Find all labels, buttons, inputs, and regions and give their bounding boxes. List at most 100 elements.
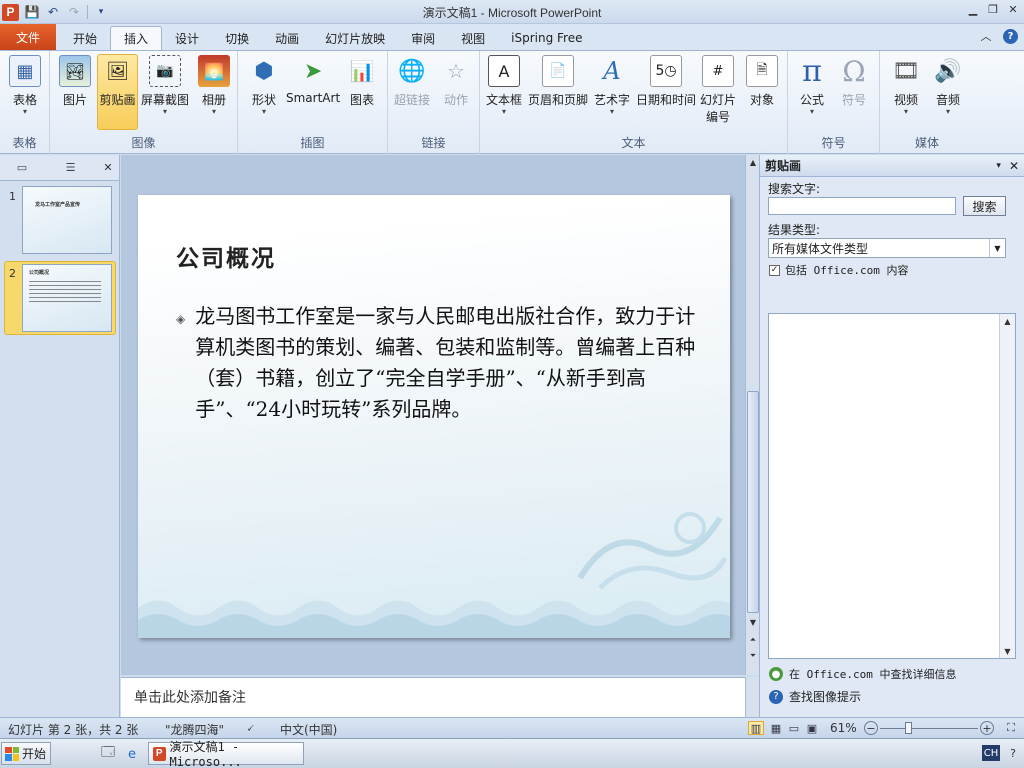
scroll-down-icon[interactable]: ▼ [746,615,760,629]
tab-animations[interactable]: 动画 [262,26,312,50]
picture-button[interactable]: 🏞 图片 [59,55,91,108]
start-button[interactable]: 开始 [1,742,51,765]
slideshow-icon[interactable]: ▣ [804,721,820,735]
video-button[interactable]: 🎞 视频 ▾ [890,55,922,116]
results-scroll-down-icon[interactable]: ▼ [1000,644,1015,658]
notes-scrollbar[interactable] [745,677,759,717]
tab-design[interactable]: 设计 [162,26,212,50]
object-button[interactable]: 🗎 对象 [746,55,778,108]
reading-view-icon[interactable]: ▭ [786,721,802,735]
photo-album-button[interactable]: 🌅 相册 ▾ [198,55,230,116]
office-link[interactable]: ● 在 Office.com 中查找详细信息 [769,666,956,682]
tab-insert[interactable]: 插入 [110,26,163,50]
current-slide[interactable]: 公司概况 ◈ 龙马图书工作室是一家与人民邮电出版社合作，致力于计算机类图书的策划… [138,195,730,638]
ribbon-insert: ▦ 表格 ▾ 表格 🏞 图片 🖼 剪贴画 📷 屏幕截图 ▾ 🌅 相册 ▾ 图像 … [0,50,1024,154]
theme-name[interactable]: "龙腾四海" [165,721,224,738]
normal-view-icon[interactable]: ▥ [748,721,764,735]
image-tips-link[interactable]: ? 查找图像提示 [769,688,861,705]
result-type-value: 所有媒体文件类型 [772,241,869,256]
zoom-slider-thumb[interactable] [905,722,912,734]
spell-check-icon[interactable]: 🗸 [246,721,254,736]
header-footer-button[interactable]: 📄 页眉和页脚 [528,55,588,108]
clipart-button[interactable]: 🖼 剪贴画 [97,54,138,130]
symbol-button[interactable]: Ω 符号 [838,55,870,108]
window-title: 演示文稿1 - Microsoft PowerPoint [422,6,602,20]
group-label-media: 媒体 [914,136,939,150]
next-slide-icon[interactable]: ⏷ [746,649,760,663]
taskbar-powerpoint-window[interactable]: P 演示文稿1 - Microso... [148,740,304,768]
restore-icon[interactable]: ❐ [986,2,1000,16]
date-time-button[interactable]: 5◷ 日期和时间 [636,55,696,108]
tray-help-icon[interactable]: ? [1006,746,1020,760]
tab-ispring[interactable]: iSpring Free [498,26,595,50]
audio-icon: 🔊 [934,58,962,84]
video-icon: 🎞 [892,58,920,84]
results-scrollbar[interactable]: ▲ ▼ [999,314,1015,658]
show-desktop-icon[interactable]: 🗔 [100,745,116,762]
search-button[interactable]: 搜索 [963,196,1006,216]
tab-transitions[interactable]: 切换 [212,26,262,50]
wordart-button[interactable]: A 艺术字 ▾ [594,55,630,116]
slide-thumbnail-2[interactable]: 公司概况 [22,264,112,332]
tab-file[interactable]: 文件 [0,24,57,50]
screenshot-button[interactable]: 📷 屏幕截图 ▾ [141,55,189,116]
help-circle-icon: ? [769,689,783,704]
ie-icon[interactable]: e [124,746,140,762]
table-button[interactable]: ▦ 表格 ▾ [9,55,41,116]
taskbar: 开始 🗔 e P 演示文稿1 - Microso... CH ? [0,738,1024,768]
previous-slide-icon[interactable]: ⏶ [746,633,760,647]
minimize-icon[interactable]: ▁ [966,2,980,16]
search-input[interactable] [768,197,956,215]
close-icon[interactable]: ✕ [1006,2,1020,16]
slides-tab[interactable]: ▭ [4,158,40,178]
include-office-row[interactable]: ✓ 包括 Office.com 内容 [769,262,908,278]
language-indicator[interactable]: 中文(中国) [280,721,337,738]
taskbar-powerpoint-icon: P [153,746,166,761]
zoom-in-icon[interactable]: + [980,721,994,735]
ime-indicator[interactable]: CH [982,745,1000,761]
zoom-level[interactable]: 61% [830,721,857,735]
notes-placeholder: 单击此处添加备注 [134,690,246,706]
shapes-label: 形状 [251,93,276,107]
chart-button[interactable]: 📊 图表 [346,55,378,108]
result-type-select[interactable]: 所有媒体文件类型 ▼ [768,238,1006,258]
notes-pane[interactable]: 单击此处添加备注 [121,677,745,717]
zoom-slider[interactable] [880,728,978,729]
tab-review[interactable]: 审阅 [398,26,448,50]
slide-scrollbar[interactable]: ▲ ▼ ⏶ ⏷ [745,155,759,675]
outline-tab[interactable]: ☰ [53,158,89,178]
tab-home[interactable]: 开始 [60,26,110,50]
minimize-ribbon-icon[interactable]: ︿ [979,29,993,43]
tab-slideshow[interactable]: 幻灯片放映 [312,26,398,50]
hyperlink-button[interactable]: 🌐 超链接 [394,55,430,108]
tab-view[interactable]: 视图 [448,26,498,50]
slide-body[interactable]: ◈ 龙马图书工作室是一家与人民邮电出版社合作，致力于计算机类图书的策划、编著、包… [176,301,696,425]
pane-options-icon[interactable]: ▾ [996,161,1001,171]
fit-to-window-icon[interactable]: ⛶ [1003,721,1019,735]
close-pane-icon[interactable]: ✕ [1009,159,1019,173]
audio-button[interactable]: 🔊 音频 ▾ [932,55,964,116]
wordart-icon: A [603,57,621,85]
help-icon[interactable]: ? [1003,29,1018,44]
include-office-checkbox[interactable]: ✓ [769,264,780,276]
scroll-up-icon[interactable]: ▲ [746,155,760,169]
slide-thumbnail-1[interactable]: 龙马工作室产品宣传 [22,186,112,254]
smartart-button[interactable]: ➤ SmartArt [286,55,340,106]
search-text-label: 搜索文字: [768,182,821,196]
textbox-button[interactable]: A 文本框 ▾ [486,55,522,116]
slide-number-button[interactable]: # 幻灯片 编号 [700,55,736,125]
zoom-out-icon[interactable]: − [864,721,878,735]
scroll-thumb[interactable] [747,391,759,613]
action-button[interactable]: ☆ 动作 [440,55,472,108]
chevron-down-icon[interactable]: ▼ [989,239,1005,257]
close-panel-icon[interactable]: ✕ [101,161,115,175]
slide-title[interactable]: 公司概况 [176,239,276,273]
slide-sorter-icon[interactable]: ▦ [768,721,784,735]
search-results[interactable]: ▲ ▼ [768,313,1016,659]
clipart-icon: 🖼 [106,60,129,82]
shapes-button[interactable]: ⬢ 形状 ▾ [248,55,280,116]
results-scroll-up-icon[interactable]: ▲ [1000,314,1015,328]
slide-info: 幻灯片 第 2 张，共 2 张 [8,723,139,737]
equation-button[interactable]: π 公式 ▾ [796,54,828,116]
audio-label: 音频 [935,93,960,107]
